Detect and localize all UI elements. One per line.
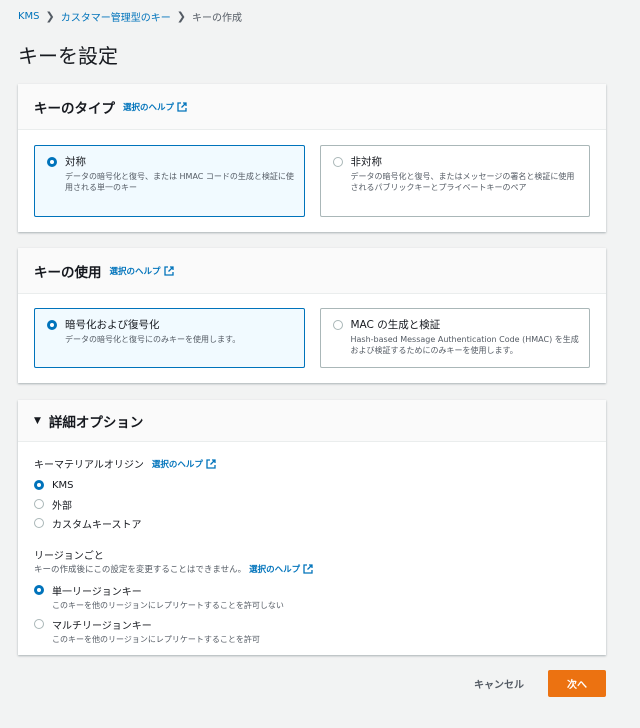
external-link-icon bbox=[206, 458, 216, 469]
key-usage-help-link[interactable]: 選択のヘルプ bbox=[110, 265, 174, 277]
key-usage-header: キーの使用 選択のヘルプ bbox=[18, 248, 606, 294]
radio-label: 単一リージョンキー bbox=[52, 587, 142, 598]
multi-region-option[interactable]: マルチリージョンキー このキーを他のリージョンにレプリケートすることを許可 bbox=[34, 615, 590, 649]
tile-description: データの暗号化と復号、または HMAC コードの生成と検証に使用される単一のキー bbox=[65, 172, 294, 192]
radio-description: このキーを他のリージョンにレプリケートすることを許可 bbox=[52, 635, 260, 644]
key-usage-mac-radio[interactable] bbox=[332, 320, 343, 330]
key-origin-kms-radio[interactable] bbox=[34, 480, 44, 490]
key-type-asymmetric-radio[interactable] bbox=[332, 157, 343, 167]
key-type-symmetric-radio[interactable] bbox=[47, 157, 57, 167]
radio-label: 外部 bbox=[52, 501, 72, 512]
chevron-right-icon: ❯ bbox=[45, 10, 55, 23]
external-link-icon bbox=[303, 564, 313, 574]
chevron-right-icon: ❯ bbox=[176, 10, 186, 23]
key-origin-kms-option[interactable]: KMS bbox=[34, 476, 590, 495]
next-button[interactable]: 次へ bbox=[548, 670, 606, 697]
help-link-label: 選択のヘルプ bbox=[151, 459, 203, 470]
regionality-help-link[interactable]: 選択のヘルプ bbox=[249, 563, 313, 575]
key-usage-title: キーの使用 bbox=[34, 264, 102, 281]
tile-label: 非対称 bbox=[350, 156, 383, 168]
advanced-options-title: 詳細オプション bbox=[48, 414, 144, 431]
page-title: キーを設定 bbox=[18, 44, 118, 68]
regionality-field: リージョンごと キーの作成後にこの設定を変更することはできません。 選択のヘルプ… bbox=[34, 547, 590, 649]
key-type-symmetric-tile[interactable]: 対称 データの暗号化と復号、または HMAC コードの生成と検証に使用される単一… bbox=[34, 145, 305, 217]
help-link-label: 選択のヘルプ bbox=[249, 565, 301, 575]
advanced-options-body: キーマテリアルオリジン 選択のヘルプ KMS 外部 カスタムキーストア リージョ… bbox=[18, 442, 606, 663]
key-origin-help-link[interactable]: 選択のヘルプ bbox=[152, 458, 216, 470]
external-link-icon bbox=[163, 265, 174, 276]
key-origin-external-radio[interactable] bbox=[34, 499, 44, 509]
key-usage-encrypt-tile[interactable]: 暗号化および復号化 データの暗号化と復号にのみキーを使用します。 bbox=[34, 308, 305, 368]
radio-label: マルチリージョンキー bbox=[52, 621, 152, 632]
tile-description: データの暗号化と復号、またはメッセージの署名と検証に使用されるパブリックキーとプ… bbox=[350, 172, 575, 192]
tile-label: MAC の生成と検証 bbox=[350, 319, 441, 331]
caret-down-icon: ▼ bbox=[34, 415, 41, 426]
key-usage-tiles: 暗号化および復号化 データの暗号化と復号にのみキーを使用します。 MAC の生成… bbox=[18, 294, 606, 383]
breadcrumb-current: キーの作成 bbox=[191, 13, 242, 24]
regionality-description: キーの作成後にこの設定を変更することはできません。 選択のヘルプ bbox=[34, 563, 590, 575]
breadcrumb: KMS ❯ カスタマー管理型のキー ❯ キーの作成 bbox=[18, 9, 242, 24]
key-origin-radio-group: KMS 外部 カスタムキーストア bbox=[34, 476, 590, 533]
tile-description: Hash-based Message Authentication Code (… bbox=[350, 335, 579, 355]
key-usage-mac-tile[interactable]: MAC の生成と検証 Hash-based Message Authentica… bbox=[319, 308, 590, 368]
radio-label: カスタムキーストア bbox=[52, 520, 142, 531]
key-type-asymmetric-tile[interactable]: 非対称 データの暗号化と復号、またはメッセージの署名と検証に使用されるパブリック… bbox=[319, 145, 590, 217]
regionality-radio-group: 単一リージョンキー このキーを他のリージョンにレプリケートすることを許可しない … bbox=[34, 581, 590, 649]
key-type-help-link[interactable]: 選択のヘルプ bbox=[123, 101, 187, 113]
key-usage-panel: キーの使用 選択のヘルプ 暗号化および復号化 データの暗号化と復号にのみキーを使… bbox=[18, 248, 606, 383]
help-link-label: 選択のヘルプ bbox=[123, 102, 175, 113]
tile-label: 対称 bbox=[65, 156, 86, 168]
key-origin-label-text: キーマテリアルオリジン bbox=[34, 460, 144, 471]
external-link-icon bbox=[177, 101, 187, 112]
tile-label: 暗号化および復号化 bbox=[65, 319, 160, 331]
radio-label: KMS bbox=[52, 480, 74, 491]
key-origin-label: キーマテリアルオリジン 選択のヘルプ bbox=[34, 456, 590, 471]
breadcrumb-kms-link[interactable]: KMS bbox=[18, 11, 40, 22]
radio-description: このキーを他のリージョンにレプリケートすることを許可しない bbox=[52, 601, 284, 610]
cancel-button[interactable]: キャンセル bbox=[474, 676, 524, 691]
advanced-options-toggle[interactable]: ▼ 詳細オプション bbox=[18, 400, 606, 442]
key-type-header: キーのタイプ 選択のヘルプ bbox=[18, 84, 606, 130]
tile-description: データの暗号化と復号にのみキーを使用します。 bbox=[65, 335, 241, 344]
key-origin-custom-store-radio[interactable] bbox=[34, 518, 44, 528]
single-region-option[interactable]: 単一リージョンキー このキーを他のリージョンにレプリケートすることを許可しない bbox=[34, 581, 590, 615]
breadcrumb-customer-keys-link[interactable]: カスタマー管理型のキー bbox=[61, 9, 171, 24]
key-origin-custom-store-option[interactable]: カスタムキーストア bbox=[34, 514, 590, 533]
advanced-options-panel: ▼ 詳細オプション キーマテリアルオリジン 選択のヘルプ KMS 外部 カスタム… bbox=[18, 400, 606, 655]
key-usage-encrypt-radio[interactable] bbox=[47, 320, 57, 330]
key-type-tiles: 対称 データの暗号化と復号、または HMAC コードの生成と検証に使用される単一… bbox=[18, 130, 606, 232]
regionality-label: リージョンごと bbox=[34, 551, 104, 562]
regionality-desc-text: キーの作成後にこの設定を変更することはできません。 bbox=[34, 565, 247, 575]
single-region-radio[interactable] bbox=[34, 585, 44, 595]
key-type-panel: キーのタイプ 選択のヘルプ 対称 データの暗号化と復号、または HMAC コード… bbox=[18, 84, 606, 232]
multi-region-radio[interactable] bbox=[34, 619, 44, 629]
key-type-title: キーのタイプ bbox=[34, 100, 115, 117]
help-link-label: 選択のヘルプ bbox=[109, 266, 161, 277]
form-footer: キャンセル 次へ bbox=[474, 670, 606, 697]
key-origin-external-option[interactable]: 外部 bbox=[34, 495, 590, 514]
